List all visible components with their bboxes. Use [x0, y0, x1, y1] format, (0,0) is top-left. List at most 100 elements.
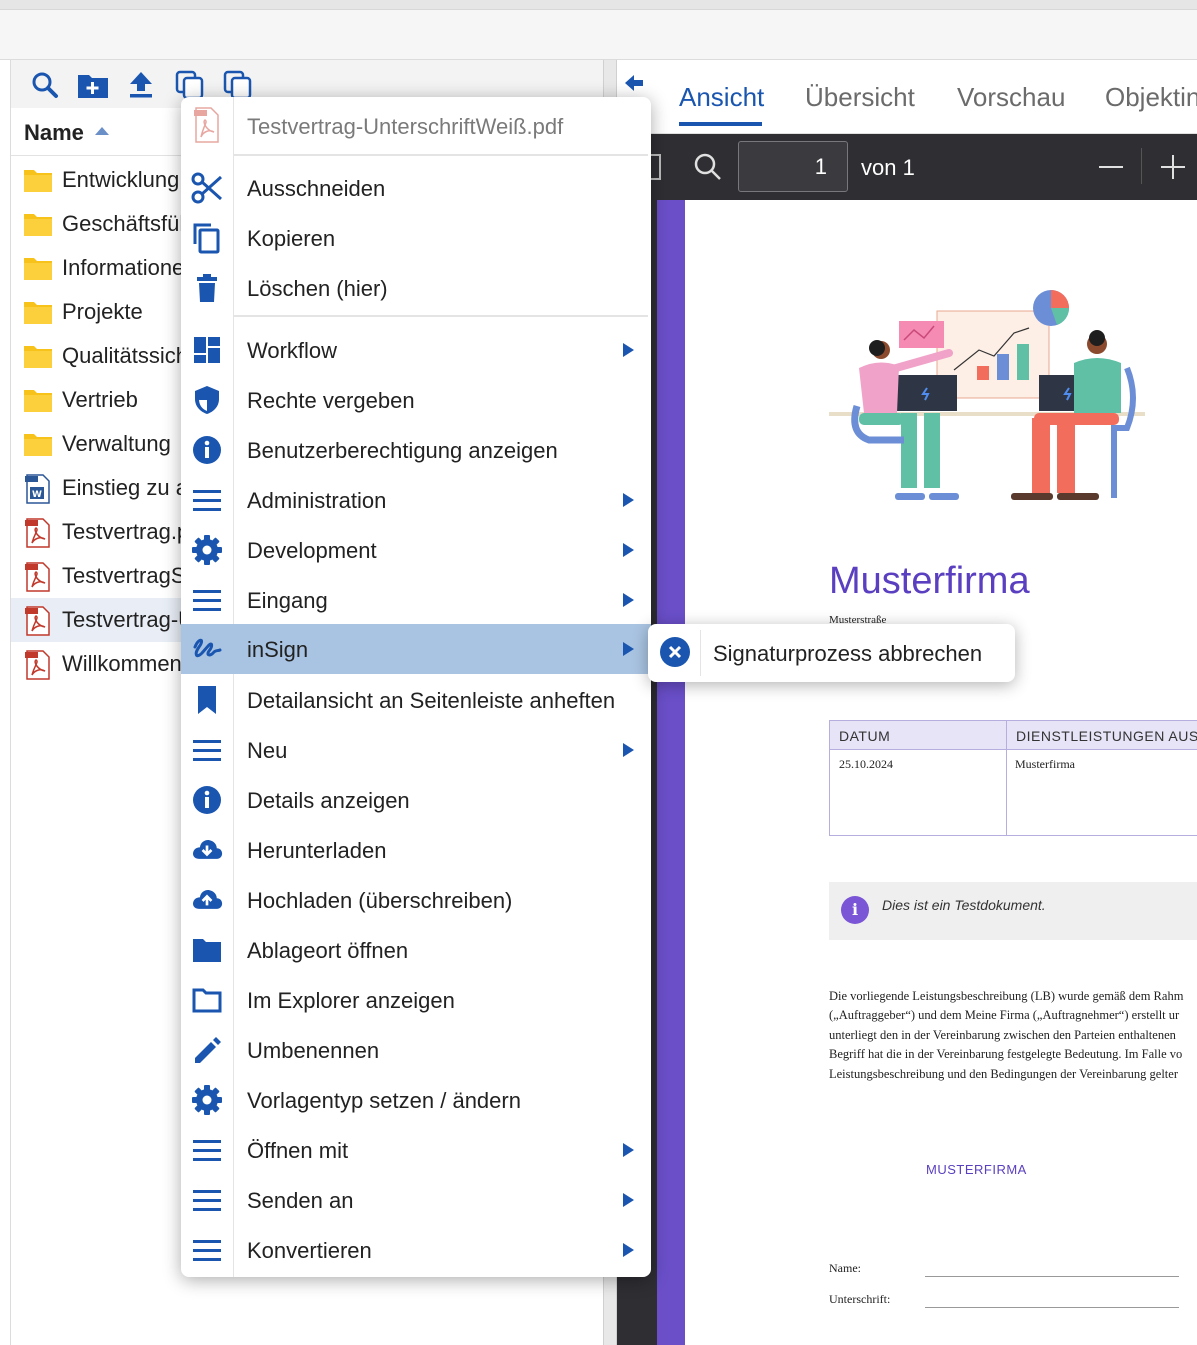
menu-item-senden-an[interactable]: Senden an	[181, 1175, 651, 1225]
detail-tabs: Ansicht Übersicht Vorschau Objektin	[617, 60, 1197, 134]
bookmark-icon	[191, 684, 223, 716]
search-icon[interactable]	[28, 68, 62, 102]
submenu-arrow-icon	[623, 343, 634, 357]
menu-item-label: Vorlagentyp setzen / ändern	[247, 1088, 521, 1113]
submenu-arrow-icon	[623, 1193, 634, 1207]
menu-item-im-explorer-anzeigen[interactable]: Im Explorer anzeigen	[181, 975, 651, 1025]
menu-item-eingang[interactable]: Eingang	[181, 575, 651, 625]
menu-item-konvertieren[interactable]: Konvertieren	[181, 1225, 651, 1275]
menu-item-label: Rechte vergeben	[247, 388, 415, 413]
tab-uebersicht[interactable]: Übersicht	[805, 82, 915, 113]
cloud-download-icon	[191, 834, 223, 866]
menu-item-neu[interactable]: Neu	[181, 725, 651, 775]
menu-lines-icon	[191, 584, 223, 616]
pdf-icon	[193, 107, 221, 148]
name-column-label: Name	[24, 120, 84, 145]
menu-item-label: Eingang	[247, 588, 328, 613]
submenu-arrow-icon	[623, 642, 634, 656]
menu-item-label: Detailansicht an Seitenleiste anheften	[247, 688, 616, 713]
pdf-search-icon[interactable]	[693, 152, 723, 187]
menu-item-label: Umbenennen	[247, 1038, 380, 1063]
window-top-edge	[0, 0, 1197, 10]
upload-icon[interactable]	[124, 68, 158, 102]
menu-item-herunterladen[interactable]: Herunterladen	[181, 825, 651, 875]
item-name: Projekte	[62, 299, 143, 324]
pdf-toolbar: 1 von 1	[617, 134, 1197, 200]
tab-ansicht[interactable]: Ansicht	[679, 82, 764, 113]
item-name: Qualitätssich	[62, 343, 188, 368]
menu-item-insign[interactable]: inSign	[181, 624, 651, 674]
menu-item-label: Hochladen (überschreiben)	[247, 888, 513, 913]
item-name: Verwaltung	[62, 431, 171, 456]
folder-icon	[23, 210, 53, 238]
scissors-icon	[191, 172, 223, 204]
menu-lines-icon	[191, 734, 223, 766]
menu-lines-icon	[191, 1134, 223, 1166]
sort-ascending-icon	[95, 127, 109, 135]
tab-objektinfo[interactable]: Objektin	[1105, 82, 1197, 113]
menu-item-loeschen[interactable]: Löschen (hier)	[181, 263, 651, 313]
menu-item-detailansicht-anheften[interactable]: Detailansicht an Seitenleiste anheften	[181, 675, 651, 725]
menu-item-label: Im Explorer anzeigen	[247, 988, 455, 1013]
table-header-services: DIENSTLEISTUNGEN AUSGI	[1007, 721, 1197, 749]
trash-icon	[191, 272, 223, 304]
zoom-in-icon-vertical	[1172, 155, 1174, 179]
menu-item-umbenennen[interactable]: Umbenennen	[181, 1025, 651, 1075]
menu-item-ausschneiden[interactable]: Ausschneiden	[181, 163, 651, 213]
page-count-label: von 1	[861, 155, 915, 180]
pdf-icon	[23, 606, 53, 636]
menu-item-oeffnen-mit[interactable]: Öffnen mit	[181, 1125, 651, 1175]
menu-item-label: Öffnen mit	[247, 1138, 349, 1163]
info-icon: i	[841, 896, 869, 924]
pdf-icon	[23, 562, 53, 592]
menu-item-signaturprozess-abbrechen[interactable]: Signaturprozess abbrechen	[713, 641, 982, 667]
menu-item-vorlagentyp[interactable]: Vorlagentyp setzen / ändern	[181, 1075, 651, 1125]
menu-separator	[234, 154, 648, 156]
table-divider	[1006, 721, 1007, 835]
name-line	[925, 1276, 1179, 1277]
item-name: Vertrieb	[62, 387, 138, 412]
paragraph-line: Die vorliegende Leistungsbeschreibung (L…	[829, 989, 1184, 1003]
menu-item-label: Kopieren	[247, 226, 336, 251]
info-text: Dies ist ein Testdokument.	[882, 897, 1046, 913]
item-name: Willkommen	[62, 651, 182, 676]
page-number-input[interactable]: 1	[738, 141, 848, 192]
folder-outline-icon	[191, 984, 223, 1016]
menu-item-label: Neu	[247, 738, 288, 763]
menu-item-workflow[interactable]: Workflow	[181, 325, 651, 375]
item-name: Testvertrag.p	[62, 519, 190, 544]
table-header-date: DATUM	[830, 721, 1006, 749]
zoom-out-icon[interactable]	[1099, 166, 1123, 168]
folder-icon	[23, 342, 53, 370]
new-folder-icon[interactable]	[76, 68, 110, 102]
menu-item-administration[interactable]: Administration	[181, 475, 651, 525]
item-name: Testvertrag-U	[62, 607, 195, 632]
menu-item-kopieren[interactable]: Kopieren	[181, 213, 651, 263]
menu-item-development[interactable]: Development	[181, 525, 651, 575]
menu-item-benutzerberechtigung[interactable]: Benutzerberechtigung anzeigen	[181, 425, 651, 475]
submenu-arrow-icon	[623, 543, 634, 557]
paragraph-line: Leistungsbeschreibung und den Bedingunge…	[829, 1066, 1178, 1081]
tab-vorschau[interactable]: Vorschau	[957, 82, 1065, 113]
detail-pane: Ansicht Übersicht Vorschau Objektin 1 vo…	[617, 60, 1197, 1345]
menu-lines-icon	[191, 1184, 223, 1216]
collapse-arrow-icon[interactable]	[623, 72, 645, 94]
document-table: DATUM DIENSTLEISTUNGEN AUSGI 25.10.2024 …	[829, 720, 1197, 836]
toolbar-divider	[1141, 148, 1142, 184]
menu-lines-icon	[191, 484, 223, 516]
menu-item-details-anzeigen[interactable]: Details anzeigen	[181, 775, 651, 825]
pencil-icon	[191, 1034, 223, 1066]
cloud-upload-icon	[191, 884, 223, 916]
signature-icon	[191, 633, 223, 665]
signature-label: Unterschrift:	[829, 1292, 891, 1306]
submenu-arrow-icon	[623, 1143, 634, 1157]
item-name: Geschäftsfüh	[62, 211, 192, 236]
menu-item-label: inSign	[247, 637, 309, 662]
svg-text:W: W	[32, 490, 42, 500]
menu-item-hochladen[interactable]: Hochladen (überschreiben)	[181, 875, 651, 925]
menu-item-rechte-vergeben[interactable]: Rechte vergeben	[181, 375, 651, 425]
menu-item-label: Details anzeigen	[247, 788, 410, 813]
pdf-page: Musterfirma Musterstraße DATUM DIENSTLEI…	[657, 200, 1197, 1345]
menu-lines-icon	[191, 1234, 223, 1266]
menu-item-ablageort-oeffnen[interactable]: Ablageort öffnen	[181, 925, 651, 975]
